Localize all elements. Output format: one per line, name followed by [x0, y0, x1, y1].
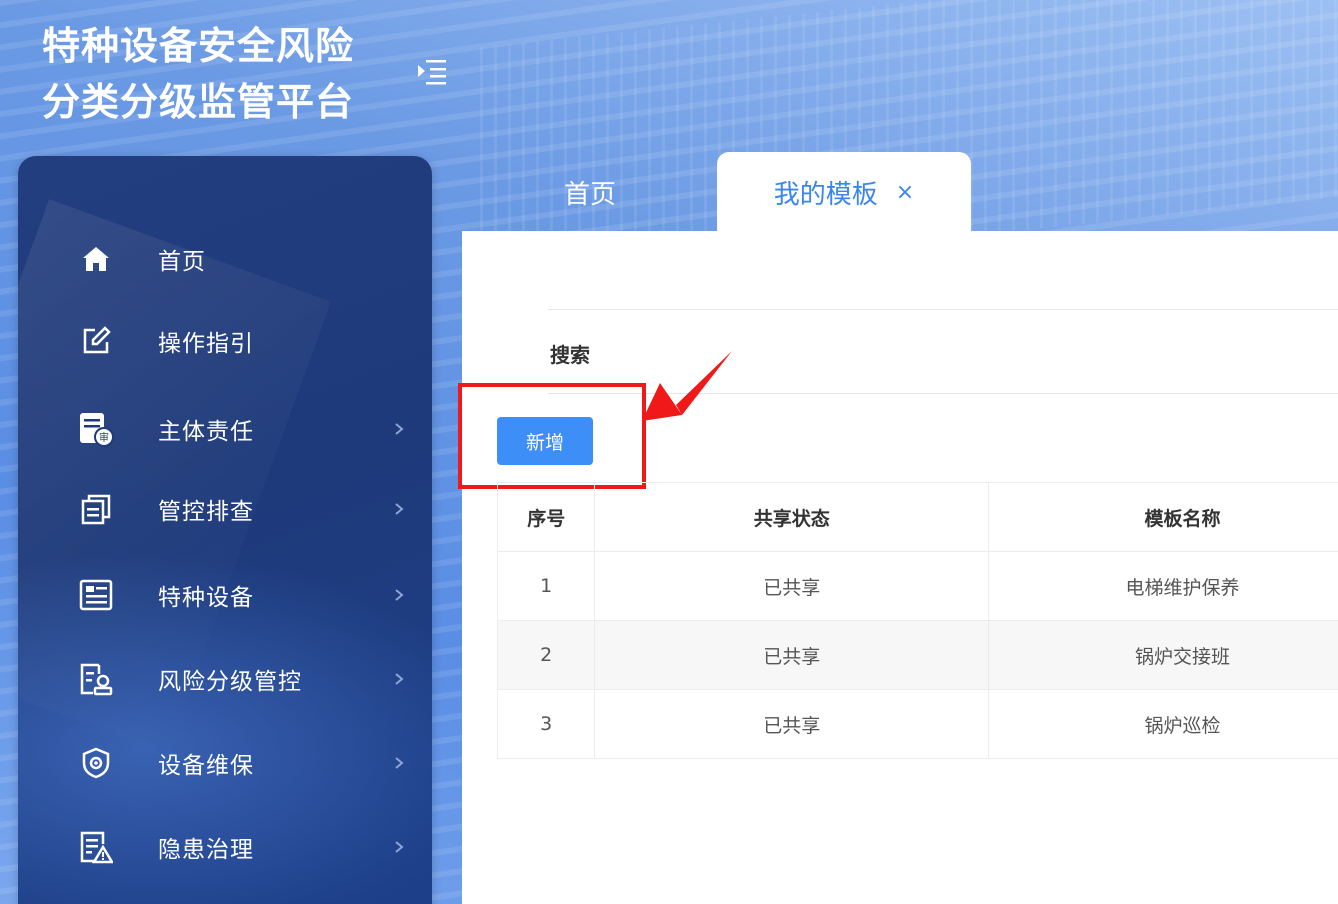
search-toggle[interactable]: 搜索: [550, 339, 590, 368]
sidebar-item-label: 主体责任: [158, 419, 254, 445]
cell-index: 2: [496, 620, 596, 690]
app-title-line2: 分类分级监管平台: [42, 80, 355, 124]
column-header-index: 序号: [496, 482, 596, 552]
cell-index: 3: [496, 689, 596, 759]
tab-label: 首页: [563, 179, 616, 210]
chevron-right-icon: [395, 503, 404, 515]
close-icon[interactable]: ×: [896, 180, 914, 205]
chevron-right-icon: [395, 841, 404, 853]
sidebar-item-label: 首页: [158, 249, 206, 275]
sidebar-item-responsibility[interactable]: 审 主体责任: [18, 394, 432, 464]
table-row[interactable]: 1 已共享 电梯维护保养: [496, 551, 1338, 621]
chevron-right-icon: [395, 589, 404, 601]
edit-icon: [78, 323, 114, 359]
sidebar-item-home[interactable]: 首页: [18, 224, 432, 294]
add-button[interactable]: 新增: [497, 417, 593, 465]
sidebar-item-equipment[interactable]: 特种设备: [18, 560, 432, 630]
sidebar-item-label: 风险分级管控: [158, 669, 302, 695]
app-title: 特种设备安全风险 分类分级监管平台: [42, 18, 402, 130]
sidebar-item-label: 管控排查: [158, 499, 254, 525]
sidebar-item-inspection[interactable]: 管控排查: [18, 474, 432, 544]
approval-doc-icon: 审: [78, 411, 114, 447]
svg-text:审: 审: [99, 431, 109, 444]
chevron-right-icon: [395, 757, 404, 769]
tab-home[interactable]: 首页: [520, 152, 660, 232]
cell-template-name: 锅炉巡检: [988, 689, 1338, 759]
warning-doc-icon: [78, 829, 114, 865]
sidebar-item-maintenance[interactable]: 设备维保: [18, 728, 432, 798]
sidebar-item-risk-control[interactable]: 风险分级管控: [18, 644, 432, 714]
main-panel: 搜索 新增 序号 共享状态 模板名称 1 已共享 电梯维护保养 2 已共享 锅炉…: [458, 231, 1338, 904]
cell-template-name: 锅炉交接班: [988, 620, 1338, 690]
sidebar-item-hazard[interactable]: 隐患治理: [18, 812, 432, 882]
table-header-row: 序号 共享状态 模板名称: [496, 482, 1338, 552]
sidebar: 首页 操作指引 审 主体责任 管控排查 特种设备 风险分级管控 设备维保 隐患治…: [18, 156, 432, 904]
menu-fold-icon[interactable]: [416, 58, 448, 86]
cell-share-status: 已共享: [594, 551, 990, 621]
table-row[interactable]: 3 已共享 锅炉巡检: [496, 689, 1338, 759]
home-icon: [78, 241, 114, 277]
shield-gear-icon: [78, 745, 114, 781]
chevron-right-icon: [395, 673, 404, 685]
sidebar-item-label: 操作指引: [158, 331, 254, 357]
copy-doc-icon: [78, 491, 114, 527]
equipment-list-icon: [78, 577, 114, 613]
sidebar-item-guide[interactable]: 操作指引: [18, 306, 432, 376]
tab-my-templates[interactable]: 我的模板 ×: [717, 152, 971, 232]
divider: [548, 309, 1338, 310]
annotation-arrow-icon: [642, 351, 732, 421]
sidebar-item-label: 特种设备: [158, 585, 254, 611]
column-header-template-name: 模板名称: [988, 482, 1338, 552]
app-title-line1: 特种设备安全风险: [42, 24, 355, 68]
cell-share-status: 已共享: [594, 620, 990, 690]
cell-index: 1: [496, 551, 596, 621]
chevron-right-icon: [395, 423, 404, 435]
table-row[interactable]: 2 已共享 锅炉交接班: [496, 620, 1338, 690]
cell-share-status: 已共享: [594, 689, 990, 759]
cell-template-name: 电梯维护保养: [988, 551, 1338, 621]
risk-doc-icon: [78, 661, 114, 697]
tab-label: 我的模板: [773, 179, 878, 210]
sidebar-item-label: 隐患治理: [158, 837, 254, 863]
sidebar-item-label: 设备维保: [158, 753, 254, 779]
template-table: 序号 共享状态 模板名称 1 已共享 电梯维护保养 2 已共享 锅炉交接班 3 …: [496, 482, 1338, 759]
column-header-share-status: 共享状态: [594, 482, 990, 552]
